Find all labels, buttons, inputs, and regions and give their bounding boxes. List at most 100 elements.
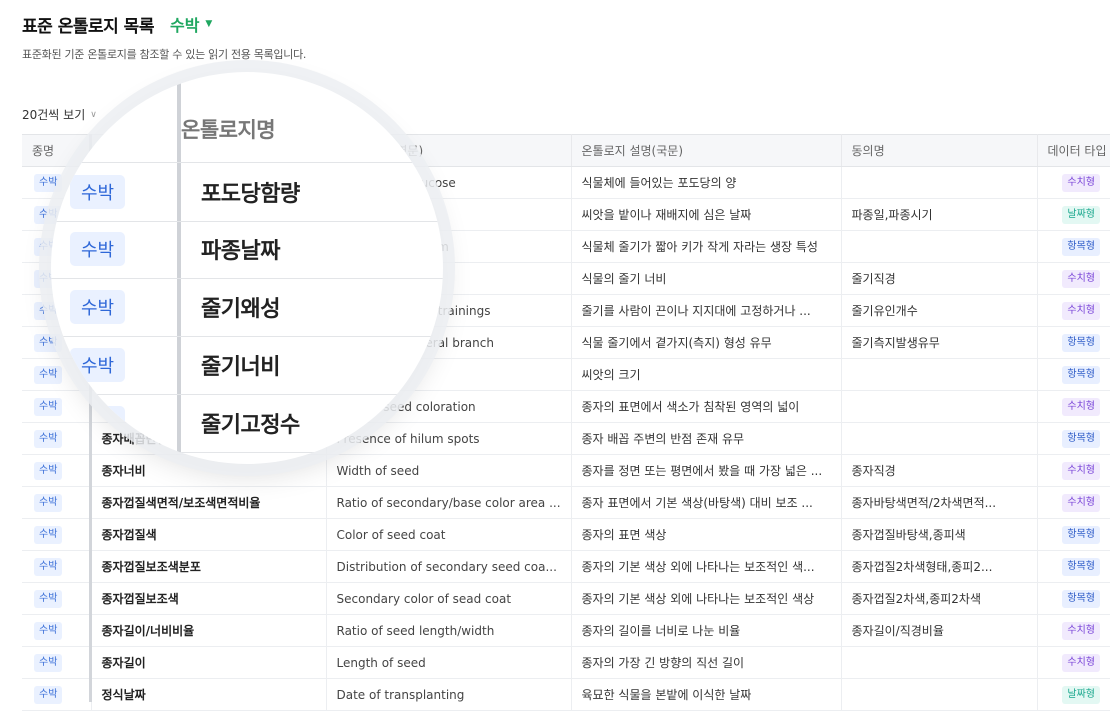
synonym-cell: 종자껍질바탕색,종피색 <box>841 518 1038 551</box>
ontology-description-cell: 종자 배꼽 주변의 반점 존재 유무 <box>571 422 842 455</box>
species-badge: 수박 <box>34 621 63 640</box>
ontology-description-cell: 육묘한 식물을 본밭에 이식한 날짜 <box>571 678 842 711</box>
ontology-name-en-cell: Distribution of secondary seed coa... <box>326 550 572 583</box>
synonym-cell: 종자바탕색면적/2차색면적... <box>841 486 1038 519</box>
ontology-name-en-cell: Width of seed <box>326 454 572 487</box>
data-type-badge: 항목형 <box>1062 365 1100 384</box>
ontology-description-cell: 종자 표면에서 기본 색상(바탕색) 대비 보조 ... <box>571 486 842 519</box>
data-type-cell: 항목형 <box>1037 230 1110 263</box>
magnifier-ontology-name: 파종날짜 <box>201 239 280 264</box>
table-row[interactable]: 수박 종자껍질보조색 Secondary color of sead coat 종자의… <box>22 582 1110 615</box>
column-header-desc-ko[interactable]: 온톨로지 설명(국문) <box>571 134 842 167</box>
species-badge: 수박 <box>34 461 63 480</box>
data-type-cell: 수치형 <box>1037 294 1110 327</box>
species-badge: 수박 <box>34 493 63 512</box>
data-type-badge: 항목형 <box>1062 429 1100 448</box>
magnifier-species-badge: 수박 <box>70 290 126 324</box>
species-badge: 수박 <box>34 589 63 608</box>
data-type-badge: 항목형 <box>1062 333 1100 352</box>
page-size-label: 20건씩 보기 <box>22 108 86 122</box>
ontology-name-ko-cell: 정식날짜 <box>91 678 327 711</box>
ontology-description-cell: 종자의 기본 색상 외에 나타나는 보조적인 색... <box>571 550 842 583</box>
magnifier-ontology-name: 줄기고정수 <box>201 413 300 438</box>
data-type-cell: 수치형 <box>1037 166 1110 199</box>
magnifier-ontology-name: 줄기왜성 <box>201 297 280 322</box>
data-type-badge: 수치형 <box>1062 493 1100 512</box>
magnifier-row: 수박 포도당함량 <box>51 162 443 222</box>
species-badge: 수박 <box>34 525 63 544</box>
data-type-badge: 항목형 <box>1062 557 1100 576</box>
data-type-cell: 항목형 <box>1037 582 1110 615</box>
ontology-name-ko-cell: 종자껍질보조색 <box>91 582 327 615</box>
ontology-name-ko-cell: 종자껍질색 <box>91 518 327 551</box>
table-row[interactable]: 수박 종자껍질보조색분포 Distribution of secondary see… <box>22 550 1110 583</box>
synonym-cell: 파종일,파종시기 <box>841 198 1038 231</box>
magnifier-lens: 온톨로지명 수박 포도당함량 수박 파종날짜 수박 줄기왜성 수박 줄기너비 수박 줄기고정수 <box>51 72 443 464</box>
column-header-synonym[interactable]: 동의명 <box>841 134 1038 167</box>
data-type-cell: 날짜형 <box>1037 678 1110 711</box>
data-type-badge: 수치형 <box>1062 301 1100 320</box>
species-badge: 수박 <box>34 685 63 704</box>
column-header-data-type[interactable]: 데이터 타입 <box>1037 134 1110 167</box>
synonym-cell: 종자직경 <box>841 454 1038 487</box>
table-row[interactable]: 수박 종자길이 Length of seed 종자의 가장 긴 방향의 직선 길이 수치… <box>22 646 1110 679</box>
species-cell: 수박 <box>22 550 92 583</box>
data-type-cell: 수치형 <box>1037 614 1110 647</box>
synonym-cell <box>841 390 1038 423</box>
magnifier-ontology-name: 줄기너비 <box>201 355 280 380</box>
synonym-cell: 줄기유인개수 <box>841 294 1038 327</box>
ontology-description-cell: 식물 줄기에서 곁가지(측지) 형성 유무 <box>571 326 842 359</box>
ontology-description-cell: 종자의 표면 색상 <box>571 518 842 551</box>
table-row[interactable]: 수박 정식날짜 Date of transplanting 육묘한 식물을 본밭에 이… <box>22 678 1110 711</box>
caret-down-icon: ▼ <box>205 19 213 29</box>
ontology-description-cell: 종자의 가장 긴 방향의 직선 길이 <box>571 646 842 679</box>
data-type-badge: 날짜형 <box>1062 685 1100 704</box>
page-header: 표준 온톨로지 목록 수박 ▼ 표준화된 기준 온톨로지를 참조할 수 있는 읽… <box>22 10 306 62</box>
ontology-description-cell: 종자의 기본 색상 외에 나타나는 보조적인 색상 <box>571 582 842 615</box>
table-row[interactable]: 수박 종자너비 Width of seed 종자를 정면 또는 평면에서 봤을 때 가… <box>22 454 1110 487</box>
data-type-badge: 항목형 <box>1062 237 1100 256</box>
magnifier-row: 수박 파종날짜 <box>51 220 443 279</box>
synonym-cell: 종자길이/직경비율 <box>841 614 1038 647</box>
table-row[interactable]: 수박 종자껍질색면적/보조색면적비율 Ratio of secondary/base… <box>22 486 1110 519</box>
species-dropdown[interactable]: 수박 ▼ <box>170 12 212 36</box>
ontology-name-ko-cell: 종자껍질보조색분포 <box>91 550 327 583</box>
species-badge: 수박 <box>34 557 63 576</box>
data-type-cell: 항목형 <box>1037 518 1110 551</box>
table-row[interactable]: 수박 종자길이/너비비율 Ratio of seed length/width 종자의… <box>22 614 1110 647</box>
synonym-cell <box>841 646 1038 679</box>
ontology-description-cell: 식물의 줄기 너비 <box>571 262 842 295</box>
ontology-description-cell: 줄기를 사람이 끈이나 지지대에 고정하거나 ... <box>571 294 842 327</box>
data-type-badge: 수치형 <box>1062 621 1100 640</box>
ontology-name-en-cell: Length of seed <box>326 646 572 679</box>
data-type-badge: 수치형 <box>1062 269 1100 288</box>
ontology-name-ko-cell: 종자껍질색면적/보조색면적비율 <box>91 486 327 519</box>
data-type-badge: 수치형 <box>1062 397 1100 416</box>
magnifier-row: 수박 줄기너비 <box>51 336 443 395</box>
synonym-cell: 줄기측지발생유무 <box>841 326 1038 359</box>
species-cell: 수박 <box>22 582 92 615</box>
data-type-cell: 항목형 <box>1037 422 1110 455</box>
data-type-badge: 수치형 <box>1062 461 1100 480</box>
data-type-badge: 항목형 <box>1062 589 1100 608</box>
data-type-cell: 항목형 <box>1037 358 1110 391</box>
ontology-description-cell: 씨앗을 밭이나 재배지에 심은 날짜 <box>571 198 842 231</box>
magnifier-species-badge: 수박 <box>70 175 126 209</box>
page-subtitle: 표준화된 기준 온톨로지를 참조할 수 있는 읽기 전용 목록입니다. <box>22 48 307 61</box>
data-type-cell: 항목형 <box>1037 550 1110 583</box>
ontology-name-en-cell: Ratio of secondary/base color area ... <box>326 486 572 519</box>
species-dropdown-label: 수박 <box>169 16 200 35</box>
ontology-description-cell: 식물체에 들어있는 포도당의 양 <box>571 166 842 199</box>
magnifier-species-badge: 수박 <box>70 406 126 440</box>
ontology-name-ko-cell: 종자길이 <box>91 646 327 679</box>
species-cell: 수박 <box>22 486 92 519</box>
table-row[interactable]: 수박 종자껍질색 Color of seed coat 종자의 표면 색상 종자껍질바탕… <box>22 518 1110 551</box>
page-title: 표준 온톨로지 목록 <box>22 16 154 37</box>
data-type-badge: 항목형 <box>1062 525 1100 544</box>
synonym-cell: 종자껍질2차색,종피2차색 <box>841 582 1038 615</box>
ontology-description-cell: 씨앗의 크기 <box>571 358 842 391</box>
page-size-dropdown[interactable]: 20건씩 보기 ∨ <box>22 106 97 123</box>
species-cell: 수박 <box>22 518 92 551</box>
ontology-name-en-cell: Secondary color of sead coat <box>326 582 572 615</box>
ontology-name-en-cell: Ratio of seed length/width <box>326 614 572 647</box>
